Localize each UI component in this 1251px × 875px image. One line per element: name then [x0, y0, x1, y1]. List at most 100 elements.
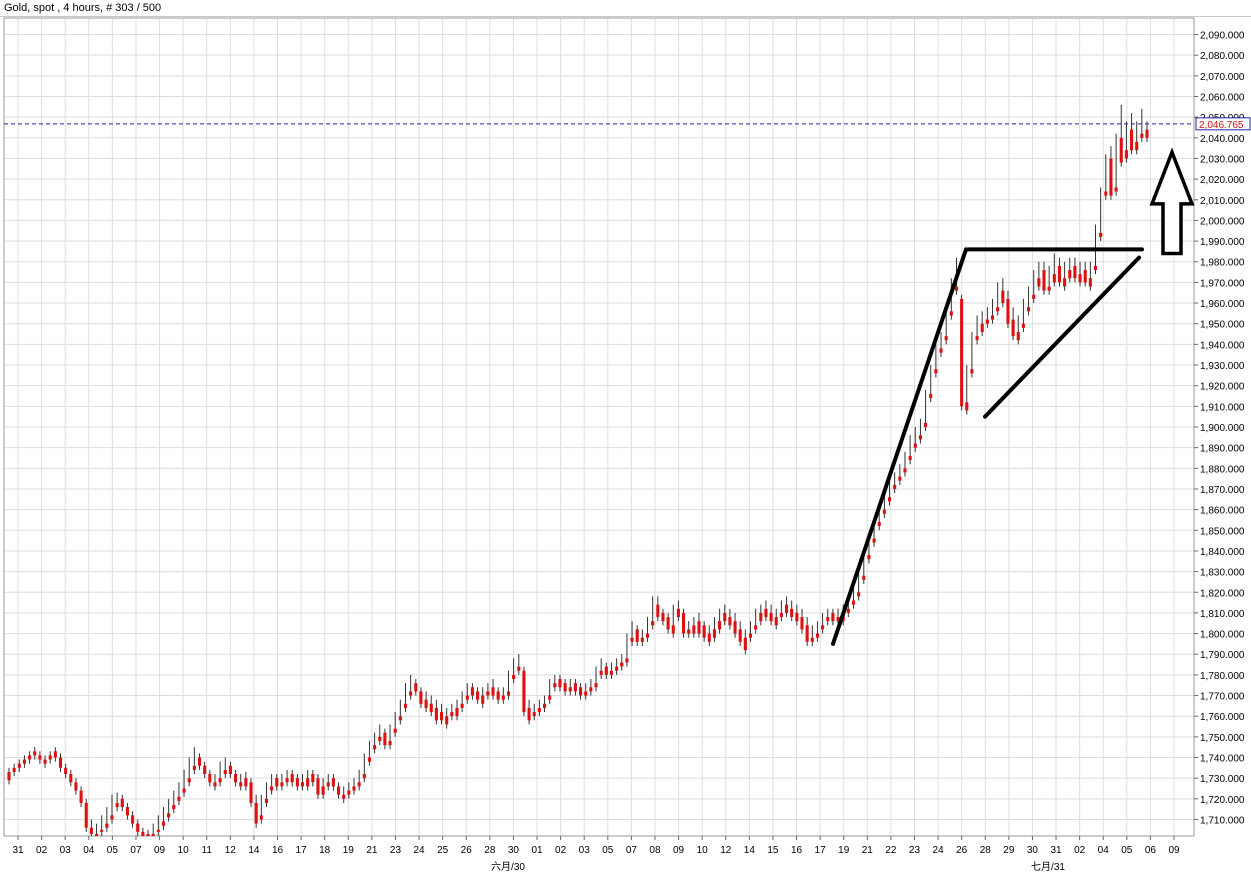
candle-body-down	[58, 757, 63, 768]
candle-body-down	[954, 286, 959, 291]
y-tick-label: 1,830.000	[1200, 568, 1245, 579]
candle	[589, 679, 593, 696]
candle	[790, 600, 794, 622]
x-tick-label: 26	[956, 845, 968, 856]
candle	[527, 699, 531, 725]
candle-body-down	[12, 767, 16, 772]
candle	[239, 774, 243, 791]
candle-body-down	[630, 637, 634, 642]
x-tick-label: 09	[1168, 845, 1180, 856]
candle	[321, 778, 325, 799]
candle-body-down	[1027, 307, 1031, 312]
candle-body-down	[1032, 294, 1036, 299]
x-tick-label: 07	[130, 845, 142, 856]
x-tick-label: 04	[83, 845, 95, 856]
candle-body-down	[682, 612, 686, 634]
flag-bottom-line	[983, 255, 1141, 419]
candle-body-down	[1130, 129, 1134, 151]
candle-body-down	[43, 759, 47, 764]
y-tick-label: 1,850.000	[1200, 526, 1245, 537]
candle-body-down	[666, 617, 670, 630]
candle-body-down	[476, 691, 480, 700]
y-tick-label: 1,920.000	[1200, 382, 1245, 393]
x-tick-label: 08	[649, 845, 661, 856]
candle-body-down	[347, 790, 351, 795]
candle-body-down	[424, 699, 428, 708]
candle-body-down	[960, 298, 964, 407]
x-tick-label: 16	[791, 845, 803, 856]
grid-layer	[4, 18, 1194, 836]
candle	[676, 600, 680, 622]
candle	[234, 769, 238, 787]
month-label: 七月/31	[1031, 861, 1065, 873]
candle	[295, 774, 299, 791]
candle	[785, 596, 789, 618]
x-tick-label: 09	[154, 845, 166, 856]
candle	[924, 389, 928, 432]
candle-body-down	[141, 831, 145, 836]
x-tick-label: 17	[815, 845, 827, 856]
candle	[58, 753, 63, 772]
candle	[640, 629, 644, 646]
candle-body-down	[74, 782, 78, 791]
candle-body-down	[131, 815, 135, 824]
candle	[326, 774, 330, 791]
candle-body-down	[481, 695, 485, 704]
candle-body-down	[553, 683, 557, 688]
y-tick-label: 1,780.000	[1200, 671, 1245, 682]
candle-body-down	[779, 612, 783, 618]
candle-body-down	[537, 707, 541, 713]
candle	[831, 608, 835, 626]
candle-body-down	[439, 712, 444, 721]
candle	[28, 751, 32, 764]
x-tick-label: 19	[343, 845, 355, 856]
candle	[1099, 187, 1103, 242]
y-tick-label: 1,890.000	[1200, 444, 1245, 455]
candle-body-down	[393, 728, 397, 733]
candle-body-down	[156, 829, 160, 832]
candle	[74, 778, 78, 795]
candle-body-down	[625, 658, 629, 663]
candle	[615, 658, 619, 675]
candle	[671, 604, 675, 638]
candle	[445, 707, 449, 729]
x-tick-label: 14	[248, 845, 260, 856]
y-tick-label: 1,860.000	[1200, 506, 1245, 517]
candle	[826, 608, 830, 626]
candle-body-down	[913, 443, 917, 448]
candle	[280, 774, 284, 791]
candle-body-down	[197, 757, 202, 766]
y-tick-label: 1,840.000	[1200, 547, 1245, 558]
candle	[738, 621, 742, 646]
candle-body-down	[331, 778, 335, 787]
candle-body-down	[1083, 270, 1087, 283]
candle	[53, 747, 57, 762]
candle-body-down	[182, 788, 186, 793]
candle-body-down	[1099, 232, 1103, 237]
candle-body-down	[728, 617, 732, 626]
candle	[172, 790, 176, 814]
candle	[620, 654, 624, 671]
candle-body-down	[589, 687, 593, 692]
candle	[898, 464, 902, 485]
candle	[254, 794, 258, 828]
y-tick-label: 1,810.000	[1200, 609, 1245, 620]
candle	[79, 786, 83, 808]
candle-body-down	[872, 538, 876, 543]
candle-body-down	[187, 778, 191, 783]
candle	[218, 761, 222, 787]
candle	[692, 617, 696, 638]
candle	[903, 451, 907, 477]
candle	[136, 819, 140, 836]
candle-body-down	[882, 509, 886, 514]
y-tick-label: 1,740.000	[1200, 754, 1245, 765]
candle-body-down	[764, 608, 768, 618]
candle-body-down	[738, 629, 742, 642]
candle	[48, 751, 52, 764]
y-tick-label: 2,040.000	[1200, 134, 1245, 145]
candle-body-down	[218, 778, 222, 783]
candle-body-down	[146, 833, 150, 836]
candle	[934, 344, 938, 378]
candle-body-down	[857, 592, 861, 597]
x-tick-label: 22	[885, 845, 897, 856]
